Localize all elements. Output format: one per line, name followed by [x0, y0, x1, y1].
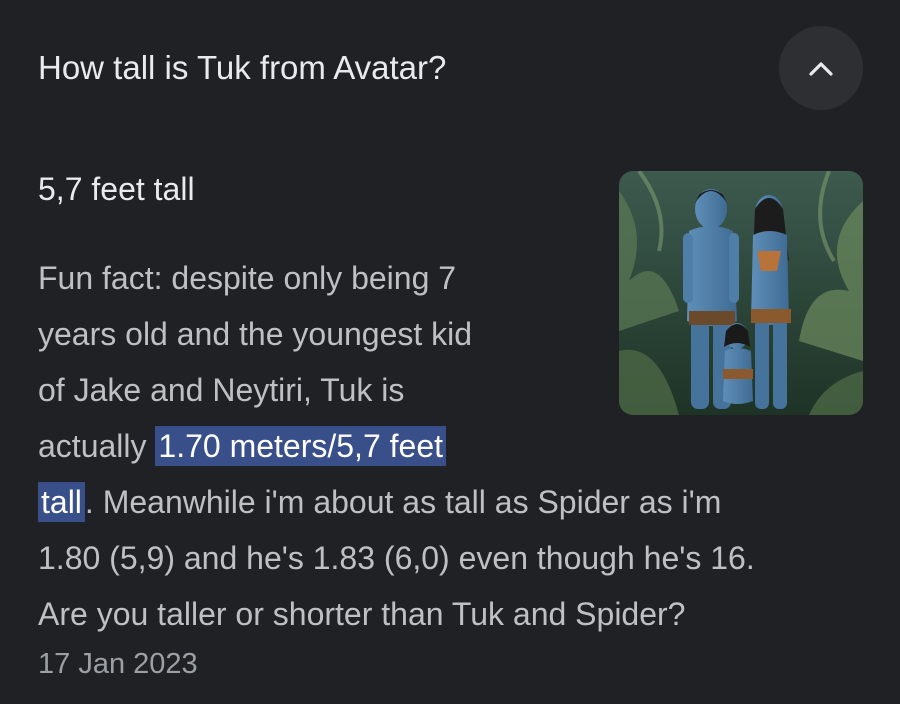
answer-short: 5,7 feet tall: [38, 171, 195, 207]
snippet-date: 17 Jan 2023: [38, 648, 198, 680]
highlighted-answer: tall: [38, 482, 85, 522]
snippet-line: years old and the youngest kid: [38, 316, 473, 352]
collapse-button[interactable]: [779, 26, 863, 110]
question-header[interactable]: How tall is Tuk from Avatar?: [0, 0, 900, 140]
snippet-line: Fun fact: despite only being 7: [38, 260, 457, 296]
snippet-line: 1.80 (5,9) and he's 1.83 (6,0) even thou…: [38, 540, 755, 576]
chevron-up-icon: [806, 58, 836, 78]
answer-snippet: Fun fact: despite only being 7 years old…: [38, 250, 868, 642]
snippet-text: . Meanwhile i'm about as tall as Spider …: [84, 484, 722, 520]
snippet-line: actually 1.70 meters/5,7 feet: [38, 418, 868, 474]
snippet-line: of Jake and Neytiri, Tuk is: [38, 372, 405, 408]
snippet-text: actually: [38, 428, 156, 464]
snippet-line: Are you taller or shorter than Tuk and S…: [38, 596, 686, 632]
question-title: How tall is Tuk from Avatar?: [38, 49, 447, 86]
highlighted-answer: 1.70 meters/5,7 feet: [155, 426, 446, 466]
snippet-line: tall. Meanwhile i'm about as tall as Spi…: [38, 474, 868, 530]
